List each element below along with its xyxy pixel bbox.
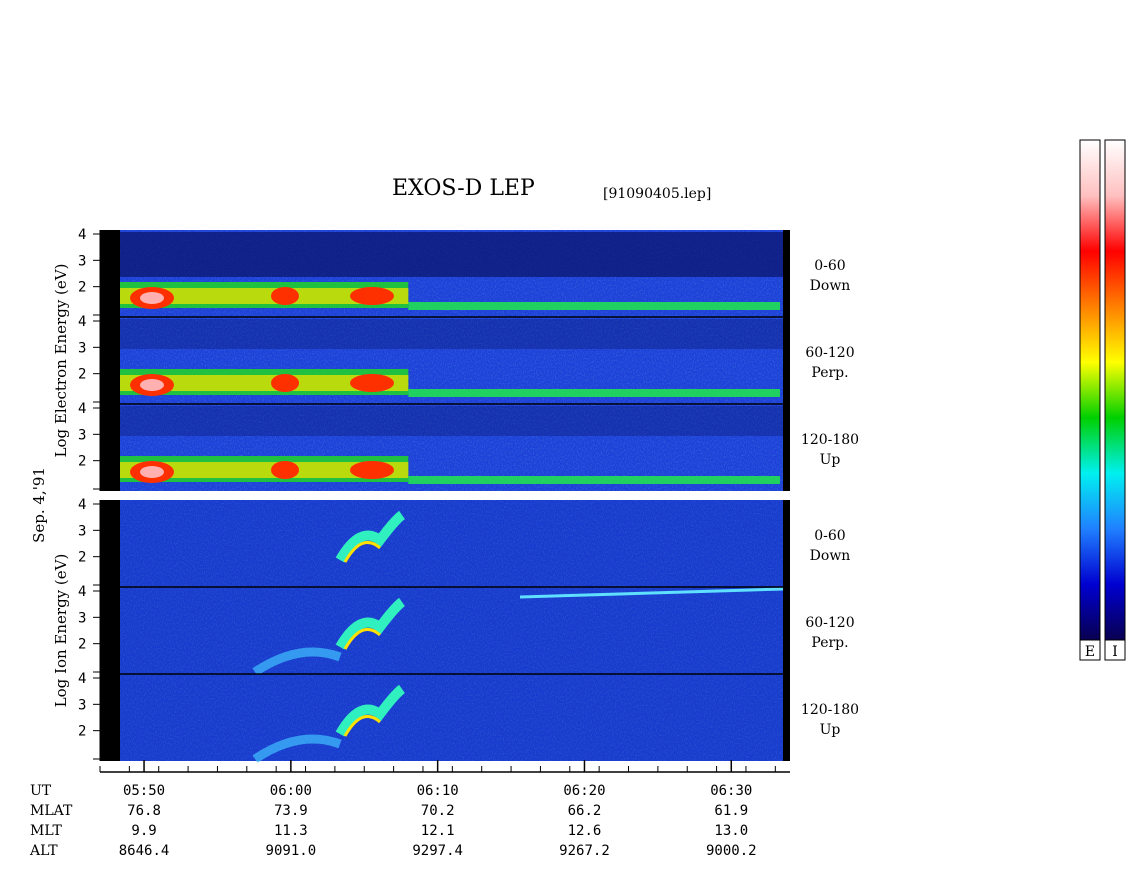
data-gap-strip (100, 230, 120, 491)
flux-peak (350, 287, 394, 305)
y-tick-label: 3 (78, 610, 86, 626)
y-axis-label: Log Electron Energy (eV) (52, 264, 70, 458)
orbit-value: 05:50 (123, 783, 165, 799)
panel-angle-label: 60-120 (805, 615, 854, 631)
orbit-row-label: MLT (30, 823, 62, 839)
y-tick-label: 2 (78, 724, 86, 740)
panel-angle-label: 0-60 (814, 258, 845, 274)
panel-direction-label: Down (810, 278, 851, 294)
y-tick-label: 4 (78, 227, 86, 243)
y-tick-label: 4 (78, 584, 86, 600)
spectrogram-figure: 4 3 2 4 3 2 4 3 2 4 3 2 4 3 2 4 3 2 0-60 Down 60-120 Perp. 12… (29, 139, 1126, 859)
orbit-row-label: MLAT (30, 803, 73, 819)
colorbar-label: E (1085, 644, 1095, 660)
flux-band (408, 476, 780, 484)
orbit-value: 9091.0 (266, 843, 317, 859)
panel-direction-label: Up (820, 722, 841, 738)
data-gap-strip (783, 500, 790, 761)
orbit-value: 9000.2 (706, 843, 757, 859)
y-tick-label: 2 (78, 280, 86, 296)
panel-direction-label: Up (820, 452, 841, 468)
orbit-value: 06:10 (417, 783, 459, 799)
flux-peak-core (140, 292, 164, 304)
flux-peak (350, 374, 394, 392)
y-tick-label: 2 (78, 637, 86, 653)
orbit-value: 9297.4 (412, 843, 463, 859)
orbit-value: 9267.2 (559, 843, 610, 859)
orbit-value: 12.1 (421, 823, 455, 839)
orbit-value: 8646.4 (119, 843, 170, 859)
flux-peak-core (140, 466, 164, 478)
low-count-region (120, 232, 783, 277)
panel-direction-label: Down (810, 548, 851, 564)
spectrogram-panel (120, 403, 783, 491)
orbit-value: 06:20 (563, 783, 605, 799)
y-tick-label: 4 (78, 671, 86, 687)
orbit-value: 73.9 (274, 803, 308, 819)
spectrogram-panel (120, 230, 783, 317)
orbit-value: 06:30 (710, 783, 752, 799)
orbit-row-label: UT (30, 783, 52, 799)
orbit-row-label: ALT (29, 843, 58, 859)
low-count-region (120, 406, 783, 436)
flux-peak (271, 374, 299, 392)
orbit-value: 06:00 (270, 783, 312, 799)
orbit-value: 9.9 (131, 823, 156, 839)
panel-angle-label: 120-180 (801, 432, 859, 448)
y-axis-label: Log Ion Energy (eV) (52, 554, 70, 708)
orbit-value: 11.3 (274, 823, 308, 839)
spectrogram-panel (120, 500, 783, 587)
panel-shade (120, 500, 783, 587)
flux-peak (271, 461, 299, 479)
orbit-value: 70.2 (421, 803, 455, 819)
orbit-value: 76.8 (127, 803, 161, 819)
panel-direction-label: Perp. (811, 635, 848, 651)
panel-angle-label: 120-180 (801, 702, 859, 718)
y-tick-label: 3 (78, 523, 86, 539)
y-tick-label: 3 (78, 340, 86, 356)
y-tick-label: 4 (78, 401, 86, 417)
panel-angle-label: 60-120 (805, 345, 854, 361)
y-tick-label: 4 (78, 497, 86, 513)
orbit-value: 61.9 (714, 803, 748, 819)
flux-band (408, 389, 780, 397)
panel-shade (120, 674, 783, 761)
y-tick-label: 2 (78, 367, 86, 383)
colorbar (1079, 139, 1101, 641)
panel-angle-label: 0-60 (814, 528, 845, 544)
y-tick-label: 3 (78, 253, 86, 269)
date-label: Sep. 4,'91 (30, 467, 48, 543)
flux-peak (271, 287, 299, 305)
orbit-value: 12.6 (568, 823, 602, 839)
spectrogram-panel (120, 586, 784, 676)
y-tick-label: 4 (78, 314, 86, 330)
y-tick-label: 2 (78, 550, 86, 566)
y-tick-label: 2 (78, 454, 86, 470)
low-count-region (120, 319, 783, 349)
flux-peak (350, 461, 394, 479)
orbit-value: 13.0 (714, 823, 748, 839)
colorbar-label: I (1112, 644, 1118, 660)
data-gap-strip (100, 500, 120, 761)
panel-direction-label: Perp. (811, 365, 848, 381)
spectrogram-panel (120, 673, 783, 763)
flux-band (408, 302, 780, 310)
y-tick-label: 3 (78, 427, 86, 443)
orbit-value: 66.2 (568, 803, 602, 819)
colorbar (1104, 139, 1126, 641)
y-tick-label: 3 (78, 697, 86, 713)
data-gap-strip (783, 230, 790, 491)
panel-shade (120, 587, 783, 674)
spectrogram-panel (120, 316, 783, 404)
flux-peak-core (140, 379, 164, 391)
